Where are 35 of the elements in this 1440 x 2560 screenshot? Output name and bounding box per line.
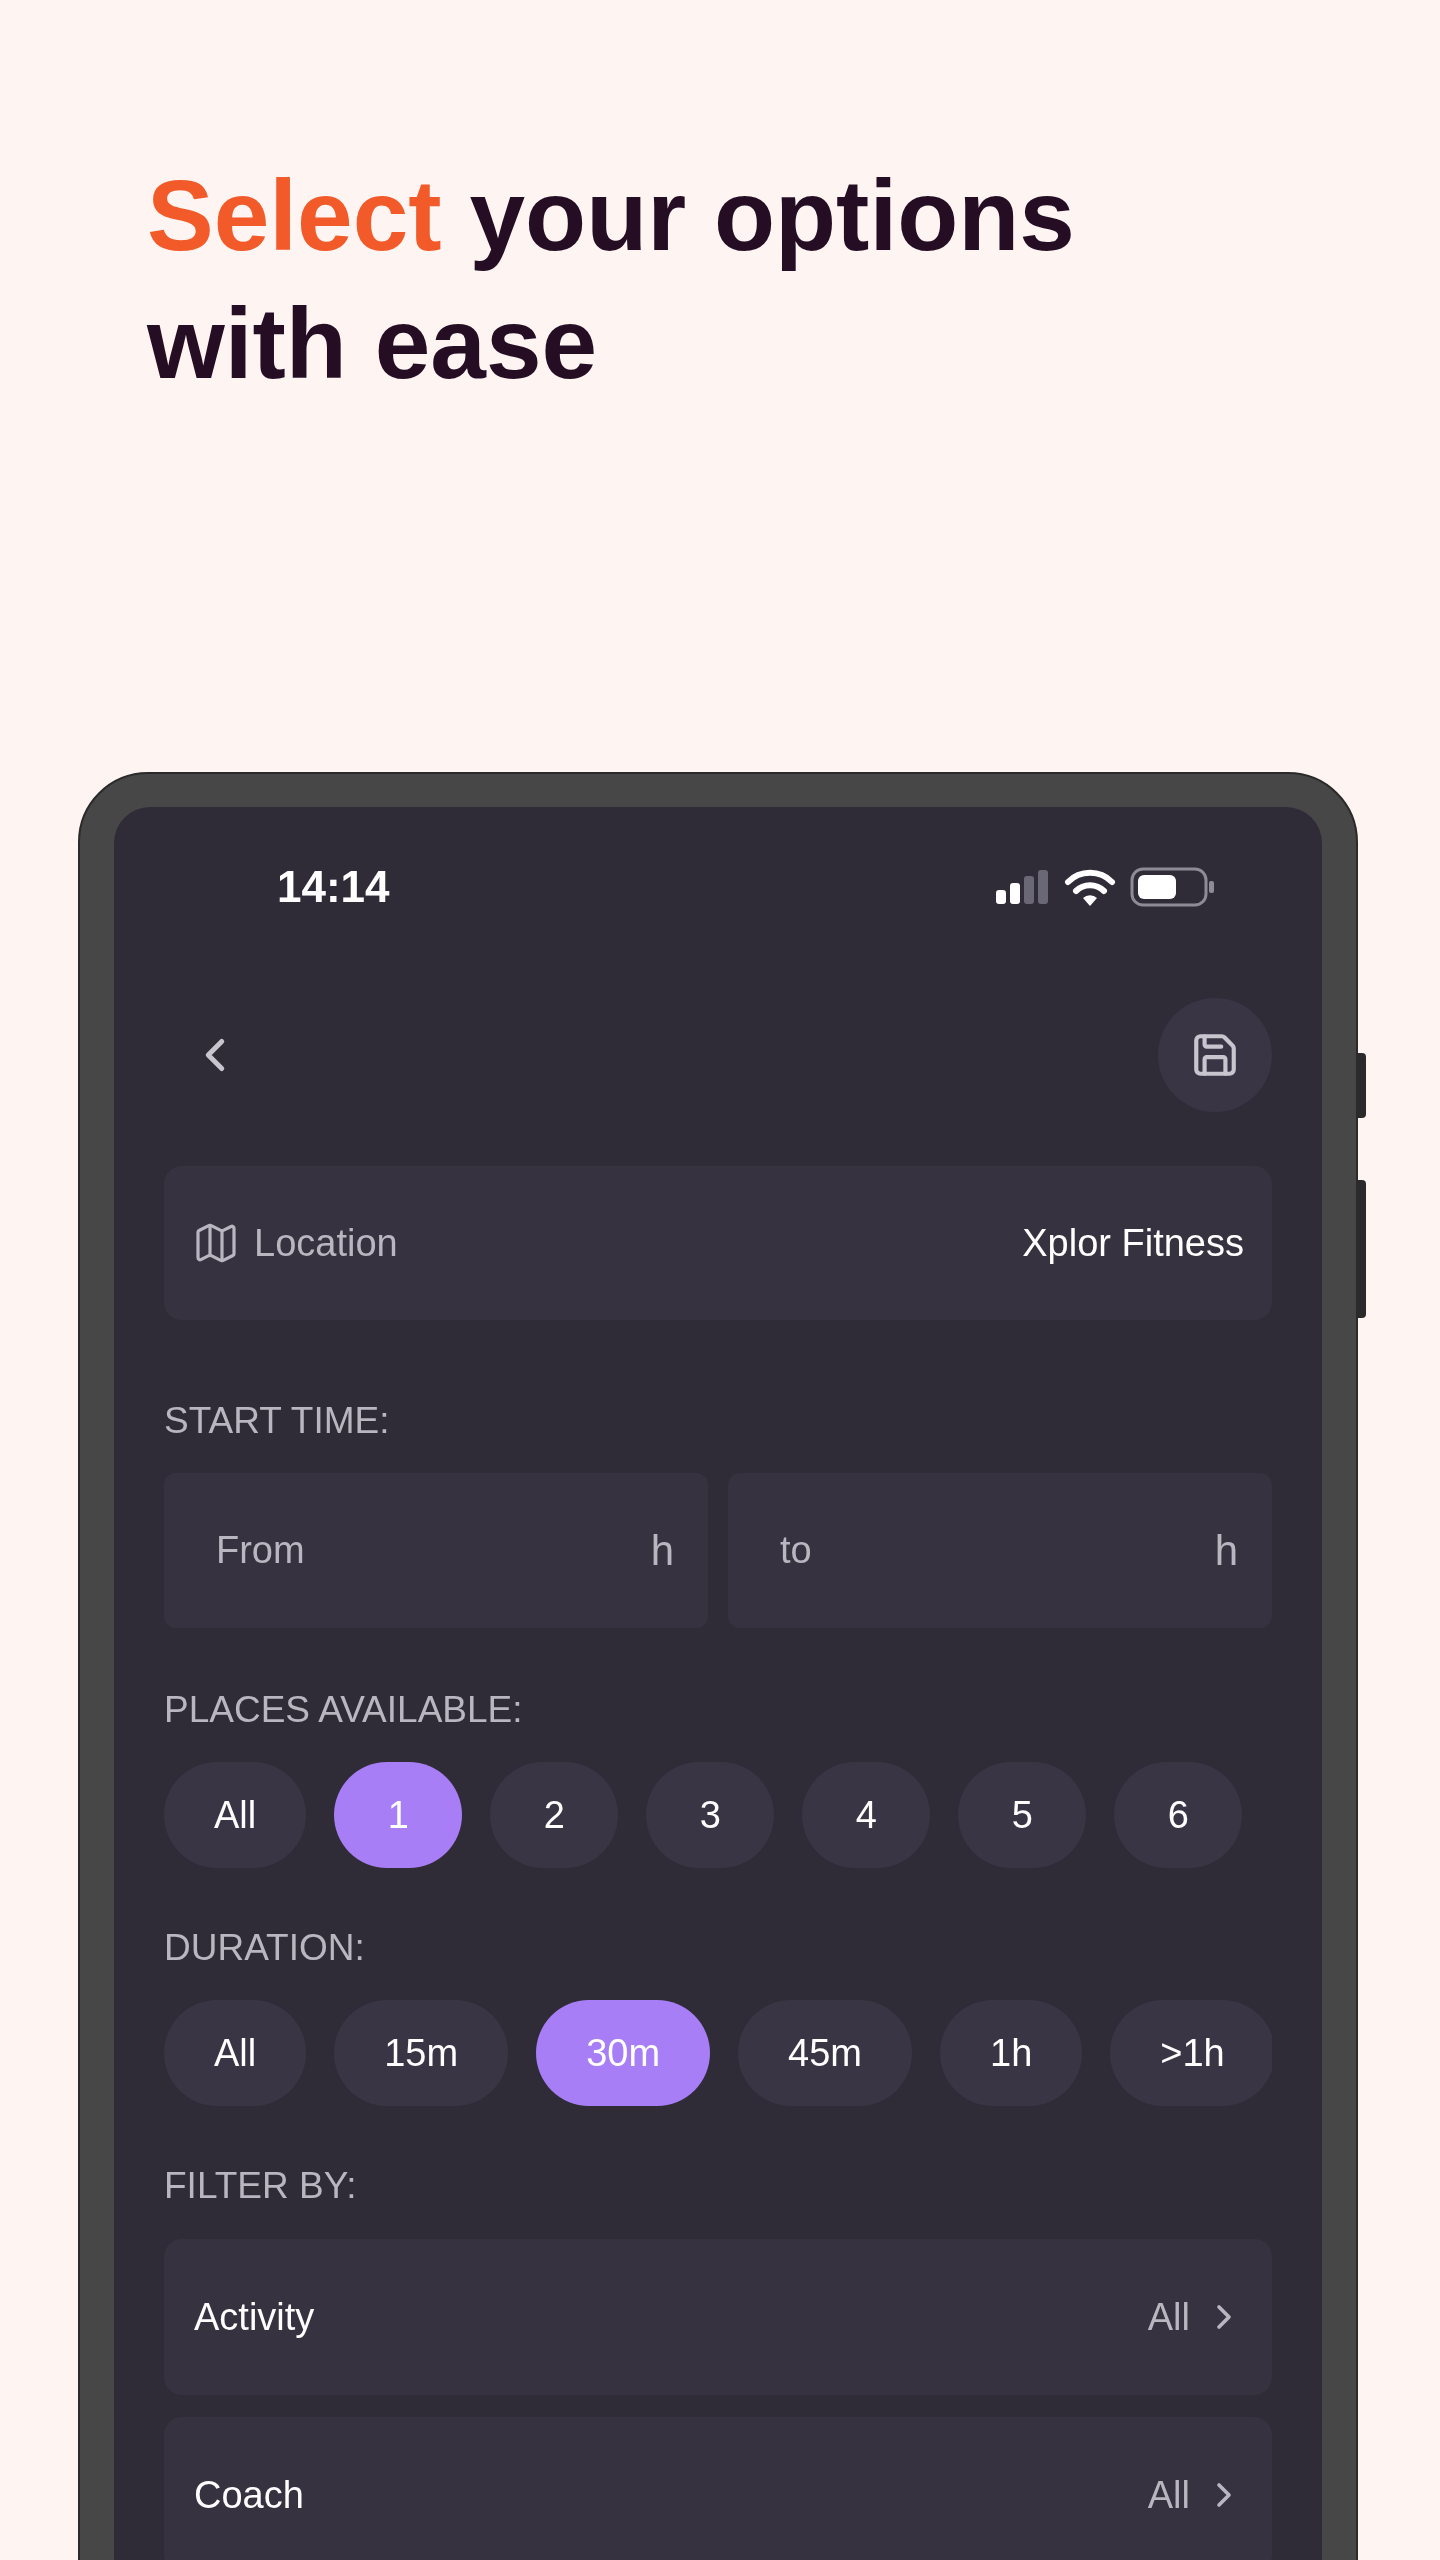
filter-value: All	[1147, 2472, 1190, 2518]
option-chip[interactable]: 2	[490, 1762, 619, 1868]
filter-label: Activity	[194, 2294, 315, 2340]
filter-label: Coach	[194, 2472, 304, 2518]
option-chip[interactable]: 5	[958, 1762, 1087, 1868]
section-label: PLACES AVAILABLE:	[164, 1688, 524, 1732]
option-chip[interactable]: >1h	[1110, 2000, 1272, 2106]
option-chip[interactable]: All	[164, 2000, 307, 2106]
signal-icon	[996, 870, 1050, 904]
option-chip[interactable]: All	[164, 1762, 307, 1868]
time-input[interactable]: From	[216, 1522, 651, 1579]
filter-row[interactable]: Activity All	[164, 2239, 1272, 2395]
location-value: Xplor Fitness	[1022, 1220, 1244, 1266]
time-field[interactable]: From h	[164, 1473, 708, 1628]
option-chip[interactable]: 4	[802, 1762, 931, 1868]
headline: Select your options with ease	[145, 158, 1076, 401]
location-label: Location	[254, 1220, 398, 1266]
filter-row[interactable]: Coach All	[164, 2417, 1272, 2560]
section-label: START TIME:	[164, 1399, 391, 1443]
section-label: DURATION:	[164, 1926, 366, 1970]
option-chip[interactable]: 1h	[940, 2000, 1083, 2106]
filter-value: All	[1147, 2294, 1190, 2340]
location-row[interactable]: Location Xplor Fitness	[164, 1166, 1272, 1320]
wifi-icon	[1064, 868, 1116, 906]
option-chip[interactable]: 6	[1114, 1762, 1243, 1868]
time-input[interactable]: to	[780, 1522, 1215, 1579]
battery-icon	[1130, 867, 1216, 907]
section-label: FILTER BY:	[164, 2164, 358, 2208]
hours-unit: h	[1214, 1526, 1238, 1576]
option-chip[interactable]: 3	[646, 1762, 775, 1868]
option-chip[interactable]: 15m	[334, 2000, 509, 2106]
time-field[interactable]: to h	[728, 1473, 1272, 1628]
status-time: 14:14	[277, 861, 390, 913]
option-chip[interactable]: 45m	[738, 2000, 912, 2106]
hours-unit: h	[650, 1526, 674, 1576]
